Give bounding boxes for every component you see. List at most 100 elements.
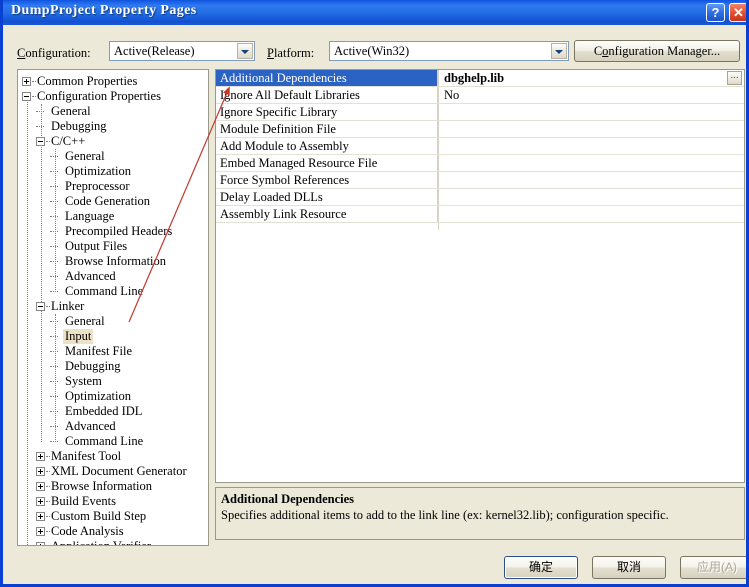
chevron-down-icon[interactable] xyxy=(551,43,567,59)
help-icon[interactable]: ? xyxy=(706,3,725,22)
property-name: Additional Dependencies xyxy=(216,70,438,86)
tree-item-configuration-properties[interactable]: Configuration Properties xyxy=(18,89,163,104)
tree-item-preprocessor[interactable]: Preprocessor xyxy=(18,179,132,194)
tree-item-advanced[interactable]: Advanced xyxy=(18,269,118,284)
tree-collapse-icon[interactable] xyxy=(36,137,45,146)
browse-ellipsis-button[interactable]: ... xyxy=(727,71,742,85)
property-name: Module Definition File xyxy=(216,121,438,137)
property-value[interactable] xyxy=(440,121,744,137)
property-value[interactable] xyxy=(440,138,744,154)
property-row[interactable]: Ignore Specific Library xyxy=(216,104,744,121)
property-row[interactable]: Delay Loaded DLLs xyxy=(216,189,744,206)
configuration-combobox[interactable]: Active(Release) xyxy=(109,41,255,61)
tree-expand-icon[interactable] xyxy=(36,527,45,536)
tree-item-command-line[interactable]: Command Line xyxy=(18,434,145,449)
tree-item-label: Browse Information xyxy=(65,254,167,268)
tree-item-label: Custom Build Step xyxy=(51,509,147,523)
tree-item-common-properties[interactable]: Common Properties xyxy=(18,74,139,89)
property-row[interactable]: Embed Managed Resource File xyxy=(216,155,744,172)
tree-item-label: Browse Information xyxy=(51,479,153,493)
configuration-manager-button[interactable]: Configuration Manager... xyxy=(574,40,740,62)
property-value[interactable]: No xyxy=(440,87,744,103)
property-tree[interactable]: Common Properties Configuration Propertie… xyxy=(17,69,209,546)
cfgmgr-pre: C xyxy=(593,44,603,58)
tree-item-label: Language xyxy=(65,209,115,223)
chevron-down-icon[interactable] xyxy=(237,43,253,59)
tree-item-label: C/C++ xyxy=(51,134,86,148)
property-row[interactable]: Add Module to Assembly xyxy=(216,138,744,155)
property-value[interactable] xyxy=(440,104,744,120)
property-row[interactable]: Ignore All Default Libraries No xyxy=(216,87,744,104)
tree-item-general[interactable]: General xyxy=(18,104,93,119)
tree-item-browse-information[interactable]: Browse Information xyxy=(18,254,168,269)
tree-item-optimization[interactable]: Optimization xyxy=(18,164,133,179)
tree-item-label: Preprocessor xyxy=(65,179,130,193)
tree-expand-icon[interactable] xyxy=(36,467,45,476)
tree-item-label: Optimization xyxy=(65,164,131,178)
tree-item-label: Manifest File xyxy=(65,344,133,358)
property-value[interactable] xyxy=(440,189,744,205)
tree-expand-icon[interactable] xyxy=(36,542,45,545)
tree-item-label: Configuration Properties xyxy=(37,89,161,103)
tree-item-c-c[interactable]: C/C++ xyxy=(18,134,87,149)
tree-item-command-line[interactable]: Command Line xyxy=(18,284,145,299)
tree-item-output-files[interactable]: Output Files xyxy=(18,239,129,254)
tree-item-label: General xyxy=(65,314,105,328)
tree-item-application-verifier[interactable]: Application Verifier xyxy=(18,539,153,545)
tree-item-precompiled-headers[interactable]: Precompiled Headers xyxy=(18,224,174,239)
property-row[interactable]: Module Definition File xyxy=(216,121,744,138)
description-title: Additional Dependencies xyxy=(221,492,355,506)
tree-item-optimization[interactable]: Optimization xyxy=(18,389,133,404)
tree-expand-icon[interactable] xyxy=(36,452,45,461)
tree-item-linker[interactable]: Linker xyxy=(18,299,86,314)
tree-item-browse-information[interactable]: Browse Information xyxy=(18,479,154,494)
property-row[interactable]: Assembly Link Resource xyxy=(216,206,744,223)
platform-label: Platform: xyxy=(267,46,314,61)
tree-collapse-icon[interactable] xyxy=(36,302,45,311)
tree-item-xml-document-generator[interactable]: XML Document Generator xyxy=(18,464,189,479)
tree-item-general[interactable]: General xyxy=(18,314,107,329)
property-name: Ignore Specific Library xyxy=(216,104,438,120)
property-name: Delay Loaded DLLs xyxy=(216,189,438,205)
tree-item-label: Code Analysis xyxy=(51,524,124,538)
tree-expand-icon[interactable] xyxy=(36,482,45,491)
tree-item-label: Debugging xyxy=(65,359,121,373)
property-value[interactable] xyxy=(440,155,744,171)
tree-item-system[interactable]: System xyxy=(18,374,104,389)
tree-collapse-icon[interactable] xyxy=(22,92,31,101)
description-panel: Additional Dependencies Specifies additi… xyxy=(215,487,745,540)
property-value[interactable]: dbghelp.lib xyxy=(440,70,744,86)
tree-item-label: Command Line xyxy=(65,434,144,448)
tree-item-label: Advanced xyxy=(65,269,116,283)
tree-item-embedded-idl[interactable]: Embedded IDL xyxy=(18,404,144,419)
tree-expand-icon[interactable] xyxy=(36,497,45,506)
tree-expand-icon[interactable] xyxy=(36,512,45,521)
property-value[interactable] xyxy=(440,172,744,188)
description-body: Specifies additional items to add to the… xyxy=(221,508,669,522)
tree-item-code-generation[interactable]: Code Generation xyxy=(18,194,152,209)
tree-item-custom-build-step[interactable]: Custom Build Step xyxy=(18,509,148,524)
tree-item-manifest-tool[interactable]: Manifest Tool xyxy=(18,449,123,464)
ok-button[interactable]: 确定 xyxy=(504,556,578,579)
tree-item-manifest-file[interactable]: Manifest File xyxy=(18,344,134,359)
tree-item-label: Build Events xyxy=(51,494,116,508)
cancel-button[interactable]: 取消 xyxy=(592,556,666,579)
tree-item-debugging[interactable]: Debugging xyxy=(18,359,123,374)
property-row[interactable]: Additional Dependencies dbghelp.lib... xyxy=(216,70,744,87)
tree-item-build-events[interactable]: Build Events xyxy=(18,494,118,509)
property-value[interactable] xyxy=(440,206,744,222)
platform-combobox[interactable]: Active(Win32) xyxy=(329,41,569,61)
property-grid[interactable]: Additional Dependencies dbghelp.lib... Ign… xyxy=(215,69,745,483)
tree-item-debugging[interactable]: Debugging xyxy=(18,119,109,134)
tree-item-language[interactable]: Language xyxy=(18,209,116,224)
close-icon[interactable]: ✕ xyxy=(729,3,746,22)
tree-item-label: Debugging xyxy=(51,119,107,133)
configuration-label: Configuration: xyxy=(17,46,91,61)
tree-item-input[interactable]: Input xyxy=(18,329,94,344)
tree-item-label: Embedded IDL xyxy=(65,404,143,418)
tree-item-code-analysis[interactable]: Code Analysis xyxy=(18,524,126,539)
tree-expand-icon[interactable] xyxy=(22,77,31,86)
tree-item-advanced[interactable]: Advanced xyxy=(18,419,118,434)
tree-item-general[interactable]: General xyxy=(18,149,107,164)
property-row[interactable]: Force Symbol References xyxy=(216,172,744,189)
